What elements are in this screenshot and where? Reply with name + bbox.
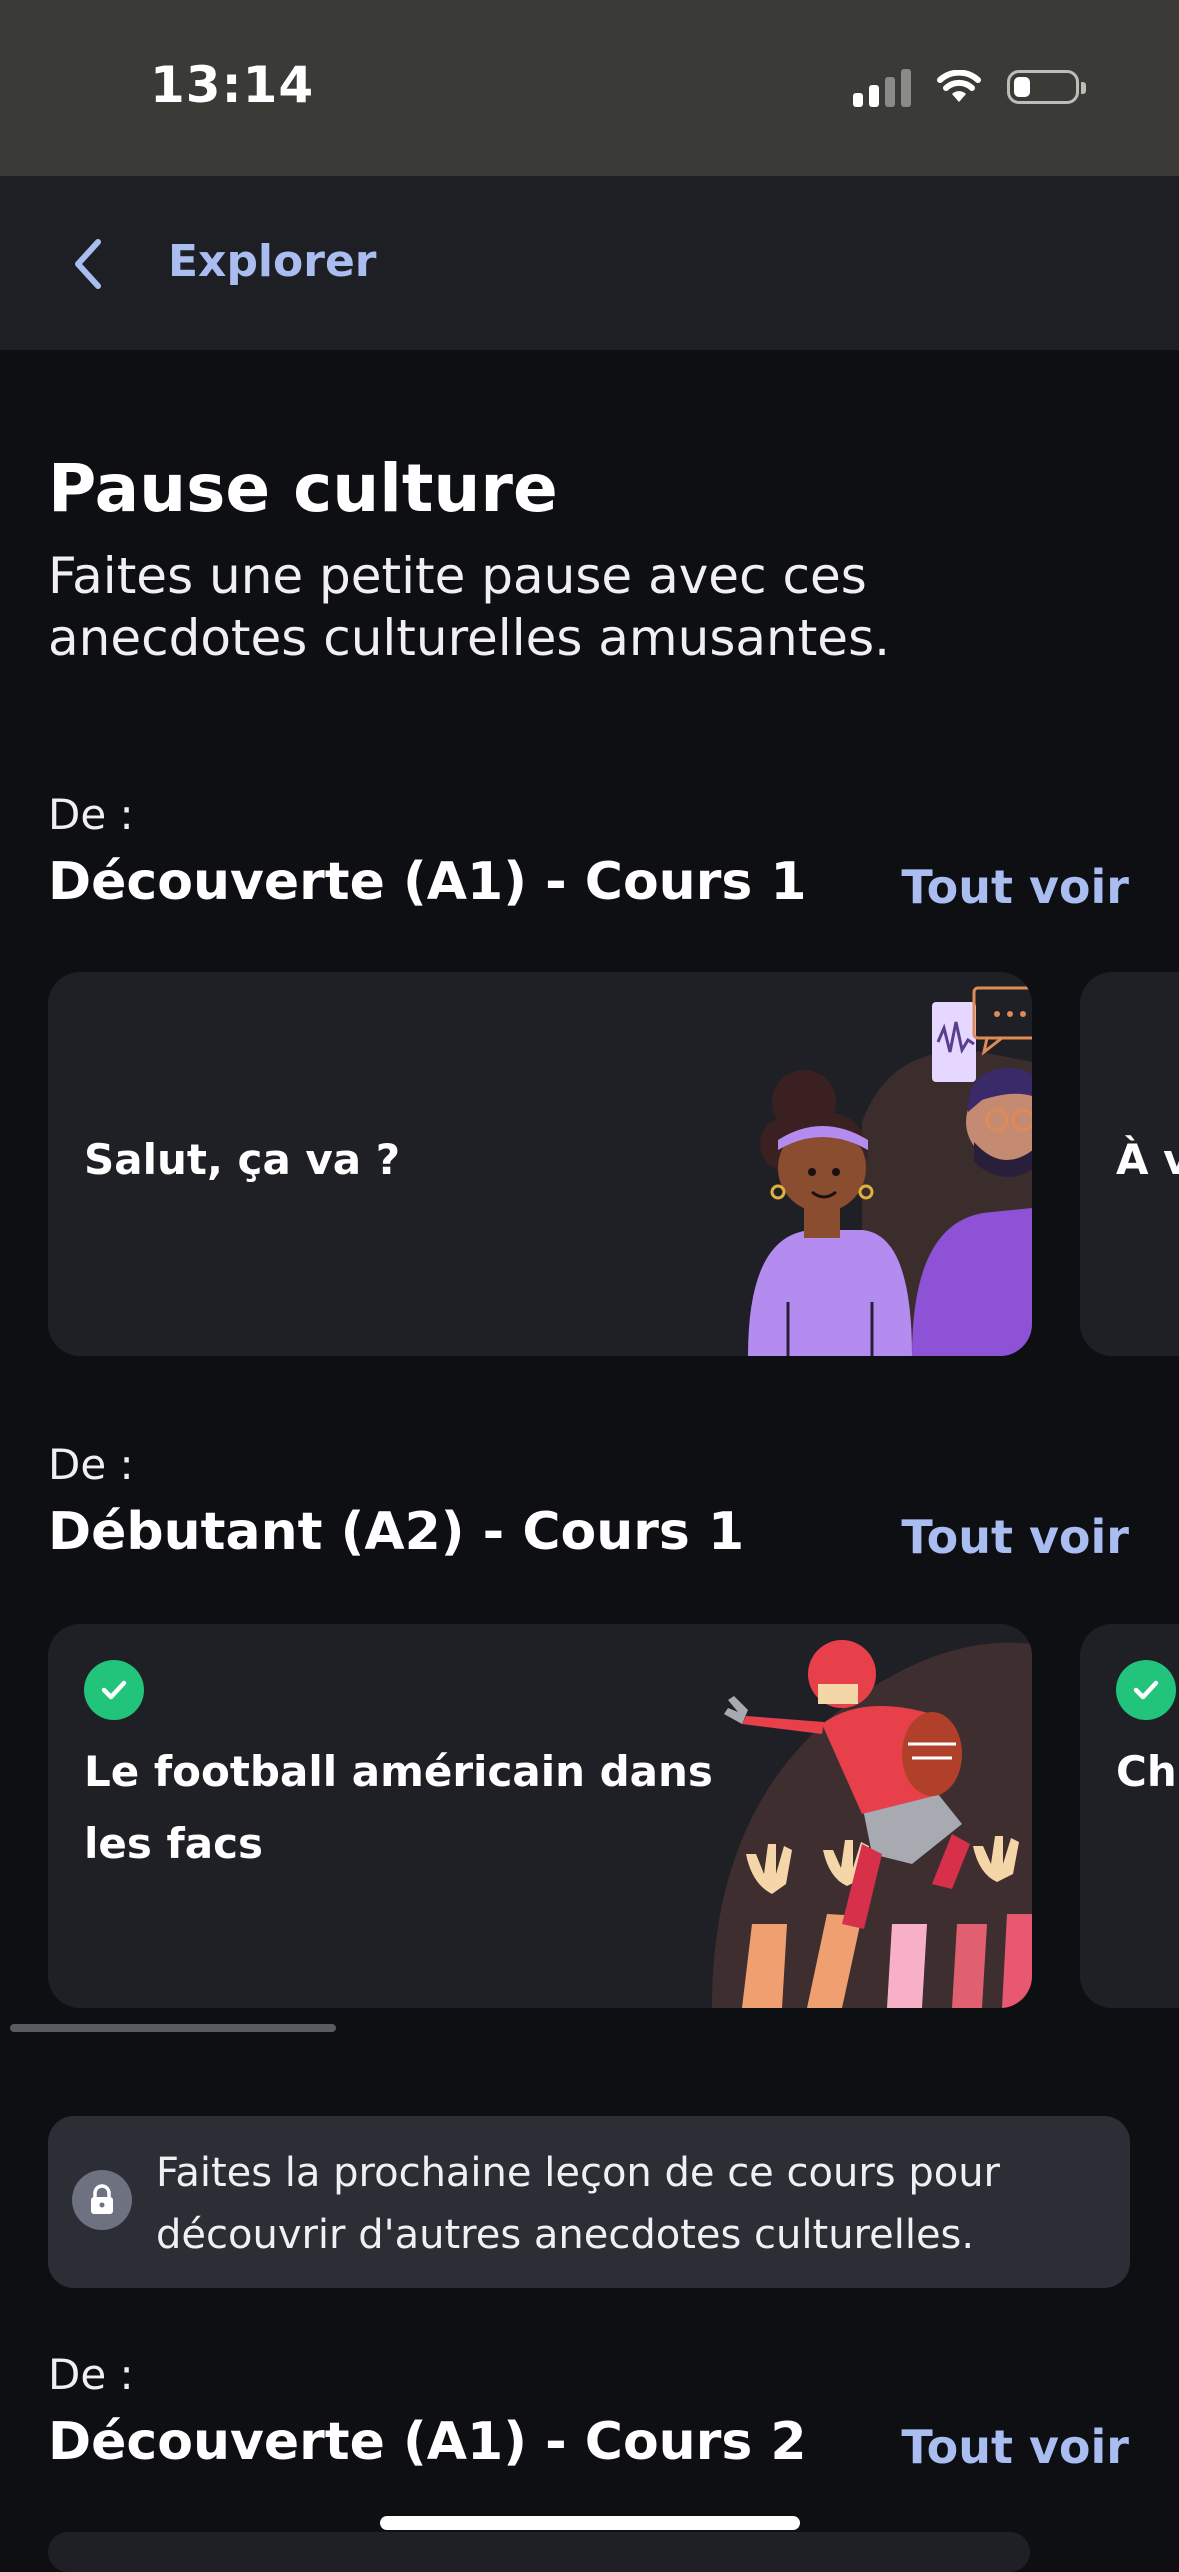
culture-card[interactable] — [48, 2532, 1030, 2572]
card-title: Le football américain dans les facs — [84, 1747, 713, 1868]
card-title: Salut, ça va ? — [84, 1135, 401, 1184]
horizontal-scroll-indicator — [10, 2024, 336, 2032]
football-player-crowd-illustration — [712, 1640, 1032, 2008]
card-title: À v — [1116, 1135, 1179, 1184]
section-from-label: De : — [48, 2350, 134, 2399]
section-title: Découverte (A1) - Cours 1 — [48, 852, 807, 912]
see-all-link[interactable]: Tout voir — [901, 2420, 1129, 2474]
checkmark-icon — [84, 1660, 144, 1720]
page-title: Pause culture — [48, 450, 558, 527]
section-from-label: De : — [48, 1440, 134, 1489]
status-time: 13:14 — [150, 56, 315, 114]
home-indicator[interactable] — [380, 2516, 800, 2530]
wifi-icon — [937, 70, 981, 102]
section-from-label: De : — [48, 790, 134, 839]
battery-icon — [1007, 70, 1086, 104]
culture-card[interactable]: Le football américain dans les facs — [48, 1624, 1032, 2008]
locked-content-message: Faites la prochaine leçon de ce cours po… — [156, 2150, 1000, 2258]
checkmark-icon — [1116, 1660, 1176, 1720]
see-all-link[interactable]: Tout voir — [901, 1510, 1129, 1564]
signal-icon — [853, 67, 911, 107]
nav-bar: Explorer — [0, 176, 1179, 350]
status-bar: 13:14 — [0, 0, 1179, 176]
culture-card[interactable]: Salut, ça va ? — [48, 972, 1032, 1356]
back-link-explorer[interactable]: Explorer — [168, 236, 376, 287]
section-title: Découverte (A1) - Cours 2 — [48, 2412, 807, 2472]
culture-card[interactable]: Ch — [1080, 1624, 1179, 2008]
page-subtitle: Faites une petite pause avec ces anecdot… — [48, 547, 891, 667]
lock-icon — [72, 2170, 132, 2230]
chevron-left-icon[interactable] — [60, 234, 120, 294]
culture-card[interactable]: À v — [1080, 972, 1179, 1356]
section-title: Débutant (A2) - Cours 1 — [48, 1502, 745, 1562]
locked-content-banner: Faites la prochaine leçon de ce cours po… — [48, 2116, 1130, 2288]
status-icons — [853, 62, 1086, 112]
see-all-link[interactable]: Tout voir — [901, 860, 1129, 914]
card-title: Ch — [1116, 1747, 1177, 1796]
two-people-chatting-illustration — [748, 986, 1032, 1356]
